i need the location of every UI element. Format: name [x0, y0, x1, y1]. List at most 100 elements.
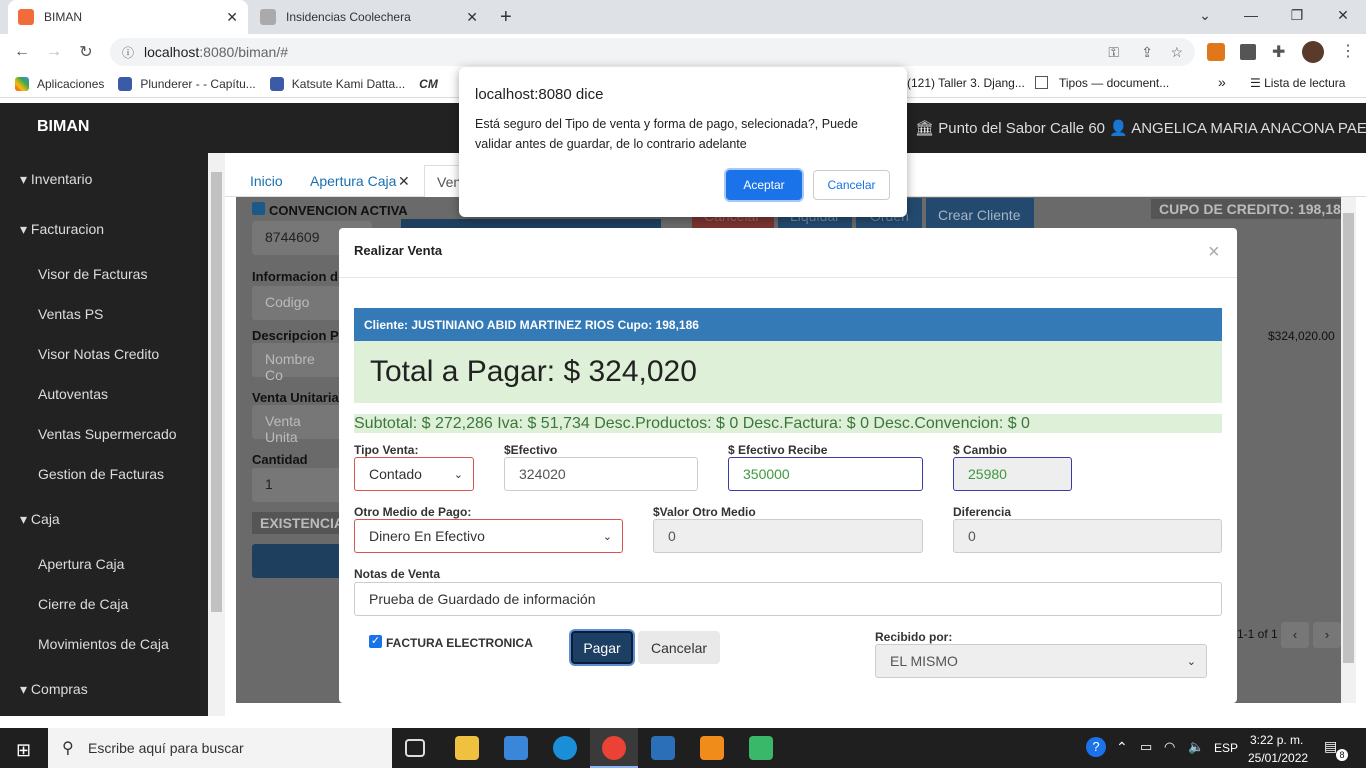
tab-apertura-caja[interactable]: Apertura Caja	[310, 173, 396, 189]
cancelar-button[interactable]: Cancelar	[638, 631, 720, 664]
biman-favicon-icon	[18, 9, 34, 25]
tab-ventas[interactable]: Ven	[424, 165, 464, 198]
minimize-icon[interactable]: —	[1228, 0, 1274, 30]
tipo-venta-select[interactable]: Contado ⌄	[354, 457, 474, 491]
close-tab-icon[interactable]: ✕	[398, 173, 410, 190]
sidebar-item-ventas-ps[interactable]: Ventas PS	[38, 306, 103, 322]
volume-icon[interactable]: 🔈	[1188, 739, 1204, 755]
user-menu[interactable]: 🏛 Punto del Sabor Calle 60 👤 ANGELICA MA…	[915, 119, 1366, 137]
menu-dots-icon[interactable]: ⋮	[1340, 41, 1356, 61]
address-bar[interactable]: ⓘ localhost:8080/biman/# ⚿ ⇪ ☆	[110, 38, 1195, 66]
sublime-text-icon[interactable]	[700, 736, 724, 760]
factura-electronica-checkbox[interactable]: ✓	[369, 635, 382, 648]
diferencia-label: Diferencia	[953, 505, 1012, 519]
sidebar-item-visor-notas[interactable]: Visor Notas Credito	[38, 346, 159, 362]
pagar-button[interactable]: Pagar	[571, 631, 633, 664]
sidebar-group-caja[interactable]: ▾ Caja	[20, 511, 60, 528]
mail-icon[interactable]	[504, 736, 528, 760]
browser-tab-insidencias[interactable]: Insidencias Coolechera ✕	[250, 0, 488, 34]
sidebar-group-label: Inventario	[30, 171, 93, 187]
sidebar-item-gestion[interactable]: Gestion de Facturas	[38, 466, 164, 482]
back-icon[interactable]: ←	[11, 41, 33, 63]
tipo-venta-label: Tipo Venta:	[354, 443, 419, 457]
app-icon[interactable]	[749, 736, 773, 760]
extension-cube-icon[interactable]	[1240, 44, 1256, 60]
reading-list[interactable]: ☰ Lista de lectura	[1250, 76, 1345, 90]
site-icon	[269, 76, 284, 91]
clock-time[interactable]: 3:22 p. m.	[1250, 733, 1303, 747]
edge-icon[interactable]	[553, 736, 577, 760]
chevron-down-icon: ⌄	[453, 468, 463, 481]
nombre-input[interactable]: Nombre Co	[252, 343, 342, 383]
bg-crear-cliente-button[interactable]: Crear Cliente	[926, 198, 1034, 230]
bg-add-button[interactable]	[252, 544, 342, 578]
sidebar-item-ventas-super[interactable]: Ventas Supermercado	[38, 426, 177, 442]
tab-inicio[interactable]: Inicio	[250, 173, 283, 189]
wifi-icon[interactable]: ◠	[1164, 739, 1175, 755]
more-bookmarks-icon[interactable]: »	[1218, 74, 1226, 90]
bookmark-aplicaciones[interactable]: Aplicaciones	[15, 76, 104, 91]
efectivo-recibe-input[interactable]: 350000	[728, 457, 923, 491]
sidebar-group-inventario[interactable]: ▾ Inventario	[20, 171, 92, 188]
sidebar-group-compras[interactable]: ▾ Compras	[20, 681, 88, 698]
key-icon[interactable]: ⚿	[1108, 44, 1119, 61]
desc-label: Descripcion Pr	[252, 328, 344, 343]
bookmark-star-icon[interactable]: ☆	[1170, 44, 1183, 61]
battery-icon[interactable]: ▭	[1140, 739, 1152, 755]
codigo-input[interactable]: Codigo	[252, 286, 342, 320]
sidebar-item-autoventas[interactable]: Autoventas	[38, 386, 108, 402]
prev-page-icon[interactable]: ‹	[1281, 622, 1309, 648]
metamask-extension-icon[interactable]	[1207, 43, 1225, 61]
dialog-cancelar-button[interactable]: Cancelar	[813, 170, 890, 200]
windows-start-icon[interactable]: ⊞	[16, 740, 31, 761]
maximize-icon[interactable]: ❐	[1274, 0, 1320, 30]
bookmark-label: Plunderer - - Capítu...	[140, 76, 256, 91]
efectivo-input[interactable]: 324020	[504, 457, 698, 491]
security-icon[interactable]	[651, 736, 675, 760]
cantidad-input[interactable]: 1	[252, 468, 342, 502]
help-icon[interactable]: ?	[1086, 737, 1106, 757]
convencion-checkbox[interactable]	[252, 202, 265, 215]
extensions-puzzle-icon[interactable]: ✚	[1272, 42, 1285, 62]
close-tab-icon[interactable]: ✕	[466, 9, 478, 26]
close-tab-icon[interactable]: ✕	[226, 9, 238, 26]
clock-date[interactable]: 25/01/2022	[1248, 751, 1308, 765]
sidebar-item-cierre[interactable]: Cierre de Caja	[38, 596, 128, 612]
sidebar-group-facturacion[interactable]: ▾ Facturacion	[20, 221, 104, 238]
sidebar-item-apertura[interactable]: Apertura Caja	[38, 556, 124, 572]
venta-unitaria-label: Venta Unitaria	[252, 390, 339, 405]
taskbar-search[interactable]: ⚲ Escribe aquí para buscar	[48, 728, 392, 768]
brand-logo[interactable]: BIMAN	[37, 118, 89, 136]
tab-search-icon[interactable]: ⌄	[1182, 0, 1228, 30]
main-scroll-thumb[interactable]	[1343, 213, 1354, 663]
browser-tab-biman[interactable]: BIMAN ✕	[8, 0, 248, 34]
language-indicator[interactable]: ESP	[1214, 741, 1238, 755]
reload-icon[interactable]: ↻	[75, 41, 97, 63]
recibido-select[interactable]: EL MISMO ⌄	[875, 644, 1207, 678]
bookmark-katsute[interactable]: Katsute Kami Datta...	[269, 76, 405, 91]
bookmark-plunderer[interactable]: Plunderer - - Capítu...	[118, 76, 256, 91]
bookmark-tipos[interactable]: Tipos — document...	[1059, 76, 1169, 90]
new-tab-icon[interactable]: +	[500, 6, 512, 29]
bookmark-taller[interactable]: (121) Taller 3. Djang...	[907, 76, 1025, 90]
bookmark-cm[interactable]: CM	[419, 77, 438, 91]
close-window-icon[interactable]: ✕	[1320, 0, 1366, 30]
close-icon[interactable]: ×	[1208, 241, 1220, 264]
notas-input[interactable]: Prueba de Guardado de información	[354, 582, 1222, 616]
sidebar-item-visor-facturas[interactable]: Visor de Facturas	[38, 266, 147, 282]
share-icon[interactable]: ⇪	[1141, 44, 1153, 61]
subtotal-summary: Subtotal: $ 272,286 Iva: $ 51,734 Desc.P…	[354, 414, 1222, 433]
forward-icon[interactable]: →	[43, 41, 65, 63]
sidebar-scroll-thumb[interactable]	[211, 172, 222, 612]
url-path: :8080/biman/#	[199, 44, 289, 60]
venta-unitaria-input[interactable]: Venta Unita	[252, 405, 342, 445]
otro-medio-select[interactable]: Dinero En Efectivo ⌄	[354, 519, 623, 553]
profile-avatar[interactable]	[1302, 41, 1324, 63]
next-page-icon[interactable]: ›	[1313, 622, 1341, 648]
task-view-icon[interactable]	[405, 739, 425, 757]
sidebar-item-movimientos[interactable]: Movimientos de Caja	[38, 636, 169, 652]
chrome-icon[interactable]	[602, 736, 626, 760]
file-explorer-icon[interactable]	[455, 736, 479, 760]
chevron-up-icon[interactable]: ⌃	[1116, 739, 1128, 756]
aceptar-button[interactable]: Aceptar	[726, 170, 802, 200]
